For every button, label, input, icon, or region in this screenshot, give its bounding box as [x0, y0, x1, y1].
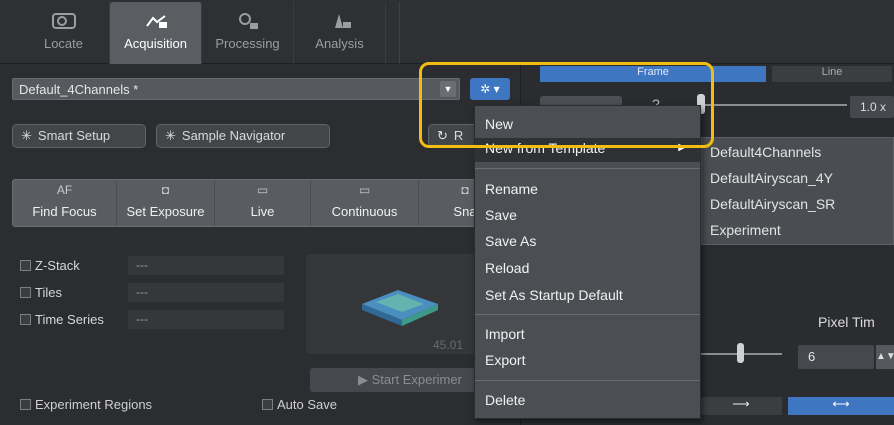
zoom-slider[interactable] — [702, 104, 847, 106]
highlight-ring — [419, 62, 714, 148]
tab-label: Analysis — [315, 36, 364, 51]
menu-item-export[interactable]: Export — [475, 350, 700, 374]
option-label: Time Series — [35, 312, 104, 327]
experiment-context-menu: New New from Template ▶ Rename Save Save … — [474, 105, 701, 419]
submenu-item[interactable]: Default4Channels — [710, 144, 821, 160]
menu-label: Import — [485, 326, 525, 342]
option-label: Tiles — [35, 285, 62, 300]
tab-acquisition[interactable]: Acquisition — [110, 2, 202, 64]
tab-analysis[interactable]: Analysis — [294, 2, 386, 64]
tab-label: Acquisition — [124, 36, 187, 51]
menu-label: Reload — [485, 260, 530, 276]
bidirectional-button[interactable]: ⟷ — [788, 397, 894, 415]
sample-navigator-label: Sample Navigator — [181, 128, 286, 143]
menu-item-set-startup-default[interactable]: Set As Startup Default — [475, 285, 700, 309]
arrow-both-icon: ⟷ — [832, 397, 850, 411]
menu-item-reload[interactable]: Reload — [475, 258, 700, 282]
menu-item-save[interactable]: Save — [475, 205, 700, 229]
auto-save-checkbox[interactable]: Auto Save — [262, 397, 337, 412]
menu-label: Delete — [485, 392, 526, 408]
sparkle-icon: ✳ — [21, 128, 32, 143]
autofocus-icon: AF — [56, 183, 73, 197]
experiment-regions-label: Experiment Regions — [35, 397, 153, 412]
tool-label: Live — [250, 204, 275, 219]
preview-value: 45.01 — [433, 338, 464, 352]
tiles-value: --- — [128, 283, 284, 302]
tab-divider — [399, 2, 400, 64]
zstack-value: --- — [128, 256, 284, 275]
live-icon: ▭ — [256, 183, 269, 197]
tool-label: Continuous — [331, 204, 398, 219]
experiment-preview: 45.01 — [306, 254, 482, 354]
smart-setup-button[interactable]: ✳ Smart Setup — [12, 124, 146, 148]
submenu-item[interactable]: DefaultAiryscan_4Y — [710, 170, 833, 186]
option-label: Z-Stack — [35, 258, 80, 273]
tab-label: Processing — [215, 36, 280, 51]
locate-icon — [51, 13, 76, 29]
auto-save-label: Auto Save — [277, 397, 337, 412]
experiment-dropdown[interactable]: Default_4Channels * — [12, 78, 460, 100]
continuous-icon: ▭ — [358, 183, 371, 197]
find-focus-button[interactable]: AF Find Focus — [13, 180, 117, 226]
tab-processing[interactable]: Processing — [202, 2, 294, 64]
continuous-button[interactable]: ▭ Continuous — [311, 180, 419, 226]
start-label: Start Experimer — [371, 372, 462, 387]
unidirectional-button[interactable]: ⟶ — [700, 397, 782, 415]
live-button[interactable]: ▭ Live — [215, 180, 311, 226]
tab-line[interactable]: Line — [772, 66, 892, 82]
experiment-selected: Default_4Channels * — [19, 82, 139, 97]
tab-label: Locate — [43, 36, 84, 51]
experiment-regions-checkbox[interactable]: Experiment Regions — [20, 397, 152, 412]
pixel-time-field[interactable]: 6 — [798, 345, 874, 369]
zoom-value-field[interactable]: 1.0 x — [850, 96, 894, 118]
menu-item-save-as[interactable]: Save As — [475, 231, 700, 255]
pixel-time-label: Pixel Tim — [818, 314, 875, 330]
menu-divider — [475, 168, 700, 169]
tiles-checkbox[interactable]: Tiles — [20, 285, 62, 305]
menu-item-import[interactable]: Import — [475, 324, 700, 348]
pixel-time-slider-thumb[interactable] — [737, 343, 744, 363]
set-exposure-button[interactable]: ◘ Set Exposure — [117, 180, 215, 226]
time-series-checkbox[interactable]: Time Series — [20, 312, 104, 332]
checkbox-icon — [262, 399, 273, 410]
submenu-item[interactable]: DefaultAiryscan_SR — [710, 196, 835, 212]
play-icon: ▶ — [358, 372, 368, 387]
checkbox-icon — [20, 287, 31, 298]
sample-navigator-button[interactable]: ✳ Sample Navigator — [156, 124, 330, 148]
workspace-tab-bar: Locate Acquisition Processing Analysis — [0, 0, 894, 64]
tab-locate[interactable]: Locate — [18, 2, 110, 64]
checkbox-icon — [20, 399, 31, 410]
tool-label: Set Exposure — [126, 204, 205, 219]
menu-item-rename[interactable]: Rename — [475, 179, 700, 203]
menu-label: Set As Startup Default — [485, 287, 623, 303]
time-series-value: --- — [128, 310, 284, 329]
analysis-icon — [334, 14, 351, 28]
sparkle-icon: ✳ — [165, 128, 176, 143]
acquisition-toolbar: AF Find Focus ◘ Set Exposure ▭ Live ▭ Co… — [12, 179, 512, 227]
tool-label: Find Focus — [32, 204, 97, 219]
arrow-right-icon: ⟶ — [732, 397, 750, 411]
menu-divider — [475, 314, 700, 315]
menu-label: Save As — [485, 233, 537, 249]
menu-label: Export — [485, 352, 526, 368]
checkbox-icon — [20, 260, 31, 271]
menu-item-delete[interactable]: Delete — [475, 390, 700, 414]
acquisition-icon — [145, 15, 167, 28]
template-submenu: Default4Channels DefaultAiryscan_4Y Defa… — [701, 137, 894, 245]
menu-label: Rename — [485, 181, 538, 197]
camera-icon: ◘ — [161, 183, 170, 197]
smart-setup-label: Smart Setup — [37, 128, 111, 143]
submenu-item[interactable]: Experiment — [710, 222, 781, 238]
processing-icon — [238, 13, 258, 29]
spinner-icon[interactable]: ▲▼ — [876, 345, 894, 369]
menu-label: Save — [485, 207, 517, 223]
zstack-checkbox[interactable]: Z-Stack — [20, 258, 80, 278]
menu-divider — [475, 380, 700, 381]
start-experiment-button[interactable]: ▶ Start Experimer — [310, 368, 482, 392]
checkbox-icon — [20, 314, 31, 325]
